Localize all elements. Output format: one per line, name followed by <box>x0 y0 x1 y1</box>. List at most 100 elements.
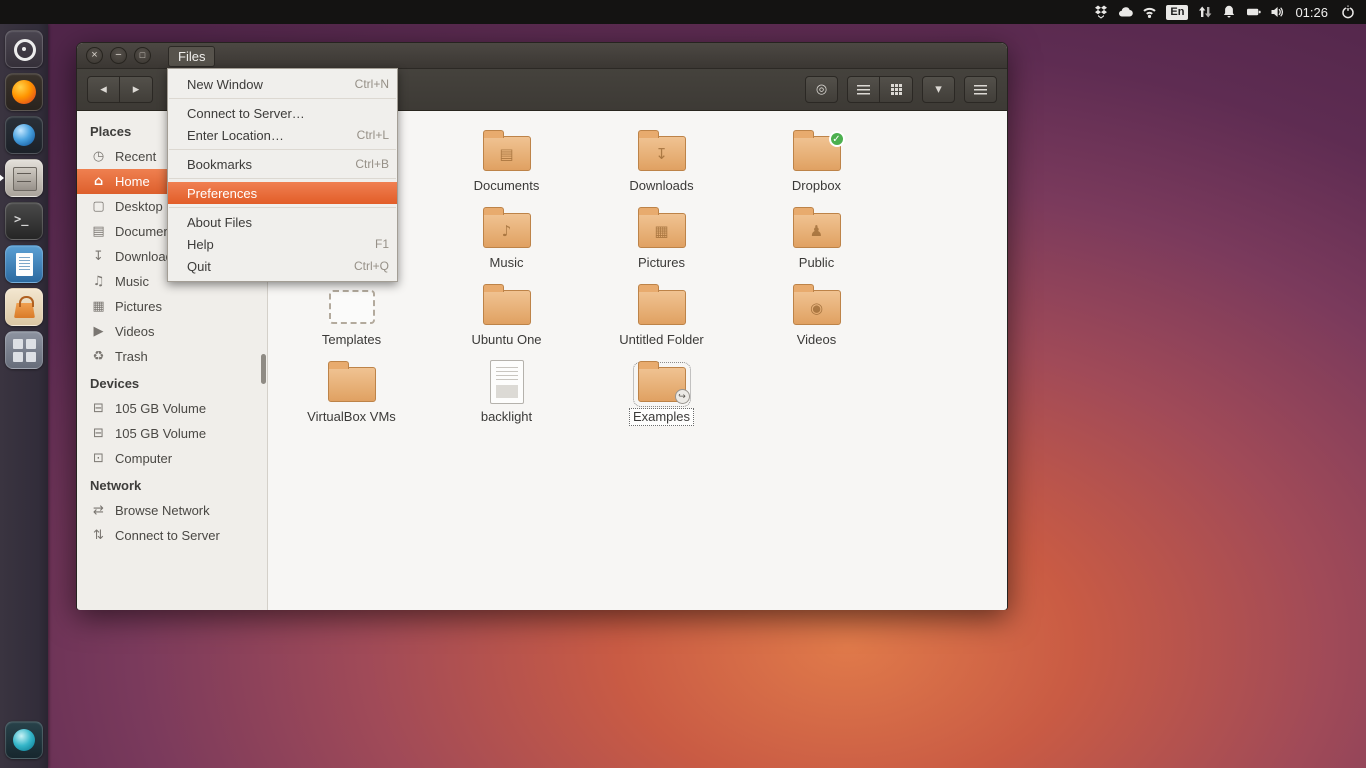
menu-item[interactable]: Enter Location… Ctrl+L <box>168 124 397 146</box>
sidebar-item-label: Videos <box>115 324 155 339</box>
view-options-dropdown-button[interactable]: ▾ <box>922 76 955 103</box>
launcher-item-bottom[interactable] <box>5 721 43 759</box>
launcher-item[interactable] <box>5 73 43 111</box>
sidebar-item[interactable]: Pictures <box>77 294 267 319</box>
menu-item-shortcut: Ctrl+B <box>355 157 389 171</box>
launcher-item[interactable] <box>5 30 43 68</box>
menu-item-shortcut: Ctrl+Q <box>354 259 389 273</box>
sidebar-item[interactable]: Computer <box>77 446 267 471</box>
search-location-button[interactable]: ◎ <box>805 76 838 103</box>
file-item[interactable]: ◉ Videos <box>739 279 894 356</box>
sidebar-item-label: Recent <box>115 149 156 164</box>
menu-item[interactable] <box>169 98 396 99</box>
menu-item[interactable]: Preferences <box>168 182 397 204</box>
launcher-item[interactable] <box>5 331 43 369</box>
list-view-icon <box>857 85 870 95</box>
sidebar-item-icon <box>90 174 107 189</box>
clock[interactable]: 01:26 <box>1295 5 1328 20</box>
file-item[interactable]: Templates <box>274 279 429 356</box>
sidebar-item[interactable]: 105 GB Volume <box>77 421 267 446</box>
minimize-button[interactable] <box>110 47 127 64</box>
file-item[interactable]: Untitled Folder <box>584 279 739 356</box>
launcher-item[interactable] <box>5 116 43 154</box>
wifi-icon[interactable] <box>1137 0 1161 24</box>
app-menu-files-button[interactable]: Files <box>168 46 215 67</box>
battery-icon[interactable] <box>1241 0 1265 24</box>
grid-view-button[interactable] <box>880 76 913 103</box>
file-item[interactable]: ↧ Downloads <box>584 125 739 202</box>
view-toggle-group <box>847 76 913 103</box>
file-label: backlight <box>477 408 536 426</box>
sidebar-item-icon <box>90 249 107 264</box>
list-view-button[interactable] <box>847 76 880 103</box>
menu-item[interactable] <box>169 149 396 150</box>
notifications-bell-icon[interactable] <box>1217 0 1241 24</box>
menu-item[interactable] <box>169 178 396 179</box>
file-icon: ▦ <box>638 213 686 248</box>
window-menu-button[interactable] <box>964 76 997 103</box>
menu-item[interactable]: About Files <box>168 211 397 233</box>
close-button[interactable] <box>86 47 103 64</box>
ubuntuone-cloud-icon[interactable] <box>1113 0 1137 24</box>
launcher-item[interactable] <box>5 288 43 326</box>
menu-item-label: About Files <box>187 215 389 230</box>
file-item[interactable]: VirtualBox VMs <box>274 356 429 433</box>
file-item[interactable]: Ubuntu One <box>429 279 584 356</box>
sidebar-scrollbar-thumb[interactable] <box>261 354 266 384</box>
running-indicator <box>0 174 4 182</box>
launcher-item[interactable] <box>5 202 43 240</box>
network-arrows-icon[interactable] <box>1193 0 1217 24</box>
file-icon <box>793 136 841 171</box>
file-icon <box>638 290 686 325</box>
sidebar-item-label: Pictures <box>115 299 162 314</box>
sidebar-item[interactable]: Connect to Server <box>77 523 267 548</box>
folder-content-glyph: ▤ <box>484 137 530 170</box>
launcher-item[interactable] <box>5 245 43 283</box>
folder-content-glyph: ◉ <box>794 291 840 324</box>
sidebar-item-icon <box>90 224 107 239</box>
menu-item[interactable]: Connect to Server… <box>168 102 397 124</box>
file-item[interactable]: Examples <box>584 356 739 433</box>
sidebar-item-icon <box>90 401 107 416</box>
menu-item[interactable] <box>169 207 396 208</box>
files-dropdown-menu: New Window Ctrl+N Connect to Server… Ent… <box>167 68 398 282</box>
menu-item[interactable]: Bookmarks Ctrl+B <box>168 153 397 175</box>
sidebar-item-label: Home <box>115 174 150 189</box>
sound-icon[interactable] <box>1265 0 1289 24</box>
menu-item[interactable]: Quit Ctrl+Q <box>168 255 397 277</box>
session-power-icon[interactable] <box>1336 0 1360 24</box>
sidebar-item[interactable]: 105 GB Volume <box>77 396 267 421</box>
file-label: Examples <box>629 408 694 426</box>
sidebar-item-icon <box>90 528 107 543</box>
sidebar-item-label: 105 GB Volume <box>115 426 206 441</box>
keyboard-layout-indicator[interactable]: En <box>1166 5 1188 20</box>
file-item[interactable]: ♪ Music <box>429 202 584 279</box>
window-titlebar[interactable]: Files <box>77 43 1007 69</box>
menu-item[interactable]: Help F1 <box>168 233 397 255</box>
sidebar-item-icon <box>90 426 107 441</box>
sidebar-item-icon <box>90 451 107 466</box>
back-button[interactable]: ◂ <box>87 76 120 103</box>
file-item[interactable]: ♟ Public <box>739 202 894 279</box>
file-item[interactable]: Dropbox <box>739 125 894 202</box>
forward-button[interactable]: ▸ <box>120 76 153 103</box>
sidebar-item[interactable]: Videos <box>77 319 267 344</box>
file-label: Dropbox <box>788 177 845 195</box>
menu-item[interactable]: New Window Ctrl+N <box>168 73 397 95</box>
file-item[interactable]: ▦ Pictures <box>584 202 739 279</box>
launcher-item[interactable] <box>5 159 43 197</box>
menu-item-label: Enter Location… <box>187 128 357 143</box>
dropbox-icon[interactable] <box>1089 0 1113 24</box>
file-label: Music <box>486 254 528 272</box>
menu-item-label: Connect to Server… <box>187 106 389 121</box>
file-item[interactable]: ▤ Documents <box>429 125 584 202</box>
maximize-button[interactable] <box>134 47 151 64</box>
sidebar-item[interactable]: Browse Network <box>77 498 267 523</box>
sidebar-item[interactable]: Trash <box>77 344 267 369</box>
file-item[interactable]: backlight <box>429 356 584 433</box>
back-icon: ◂ <box>100 82 107 97</box>
sidebar-item-icon <box>90 349 107 364</box>
sidebar-item-label: Browse Network <box>115 503 210 518</box>
sidebar-item-icon <box>90 149 107 164</box>
folder-content-glyph <box>491 361 523 403</box>
